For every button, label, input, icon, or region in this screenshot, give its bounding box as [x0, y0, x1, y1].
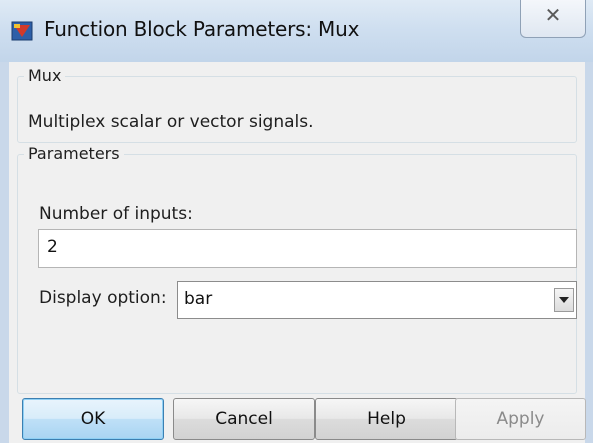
dialog-body: Mux Multiplex scalar or vector signals. …: [9, 62, 585, 443]
close-button[interactable]: ✕: [520, 0, 586, 38]
chevron-down-icon: [559, 297, 569, 303]
parameters-label: Parameters: [24, 144, 124, 163]
display-option-label: Display option:: [39, 288, 167, 308]
parameters-group: Parameters: [17, 144, 577, 394]
cancel-button[interactable]: Cancel: [173, 398, 315, 440]
ok-button[interactable]: OK: [22, 398, 164, 440]
block-description: Multiplex scalar or vector signals.: [28, 112, 314, 132]
close-icon: ✕: [544, 3, 562, 27]
block-description-group: Mux: [17, 66, 577, 143]
window-frame-right: [585, 62, 593, 443]
display-option-value: bar: [184, 289, 213, 309]
window-frame-left: [0, 62, 9, 443]
display-option-select[interactable]: bar: [177, 281, 577, 319]
dialog-window: Function Block Parameters: Mux ✕ Mux Mul…: [0, 0, 593, 443]
help-button[interactable]: Help: [315, 398, 458, 440]
block-name-label: Mux: [24, 66, 66, 85]
apply-button[interactable]: Apply: [455, 398, 586, 440]
title-bar[interactable]: Function Block Parameters: Mux ✕: [0, 0, 593, 62]
simulink-block-icon: [11, 21, 33, 41]
number-of-inputs-label: Number of inputs:: [39, 204, 193, 224]
dropdown-button[interactable]: [554, 288, 574, 312]
window-title: Function Block Parameters: Mux: [44, 17, 360, 41]
number-of-inputs-field[interactable]: 2: [38, 229, 577, 268]
